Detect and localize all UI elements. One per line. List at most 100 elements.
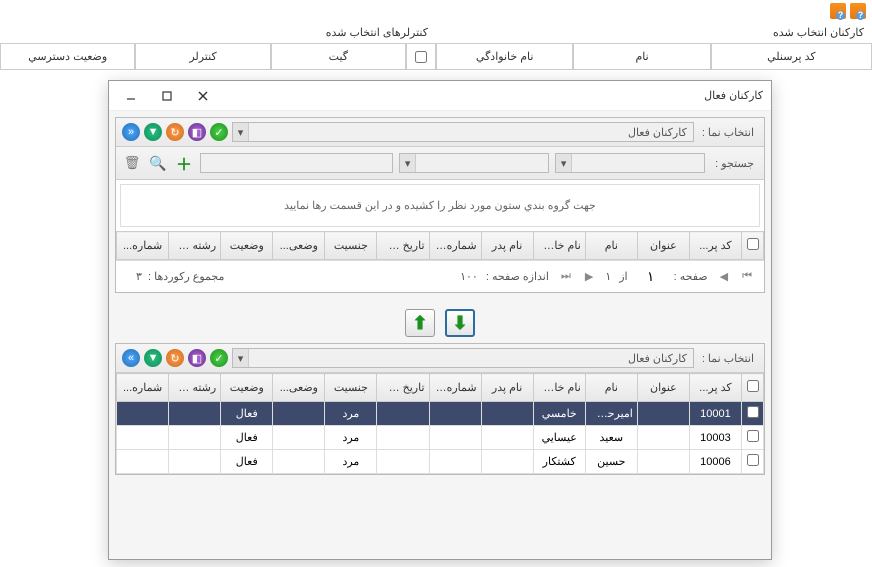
add-filter-icon[interactable]: ＋: [174, 153, 194, 173]
apply-icon[interactable]: ✓: [210, 123, 228, 141]
view-select-2[interactable]: ▾ کارکنان فعال: [232, 348, 694, 368]
dialog-title: کارکنان فعال: [704, 89, 763, 102]
row-checkbox[interactable]: [747, 454, 759, 466]
pager-first-icon[interactable]: ⏮: [738, 270, 756, 283]
pager-size-value: ۱۰۰: [460, 270, 478, 283]
grid1-col-status[interactable]: وضعیت: [221, 232, 273, 260]
doc-icon-1[interactable]: [850, 3, 866, 19]
col-controller[interactable]: کنترلر: [135, 44, 270, 70]
cell-status: فعال: [221, 426, 273, 450]
close-button[interactable]: [189, 86, 217, 106]
sections-header: کارکنان انتخاب شده کد پرسنلي نام نام خان…: [0, 22, 872, 70]
top-toolbar: [0, 0, 872, 22]
pager-prev-icon[interactable]: ◀: [716, 270, 732, 283]
table-row[interactable]: 10001امیرحسی...خامسيمردفعال: [117, 402, 764, 426]
cell-status: فعال: [221, 450, 273, 474]
grid2-col-s1[interactable]: وضعی...: [273, 374, 325, 402]
cell-family: کشتکار: [533, 450, 585, 474]
grid1-col-field[interactable]: رشته ت...: [169, 232, 221, 260]
cell-name: امیرحسی...: [585, 402, 637, 426]
row-checkbox[interactable]: [747, 430, 759, 442]
grid2-col-idno[interactable]: شماره شنا...: [429, 374, 481, 402]
filter-icon-2[interactable]: ▼: [144, 349, 162, 367]
search-field-select[interactable]: ▾: [555, 153, 705, 173]
pager-size-label: اندازه صفحه :: [486, 270, 549, 283]
grid2-col-gender[interactable]: جنسیت: [325, 374, 377, 402]
grid1-col-title[interactable]: عنوان: [637, 232, 689, 260]
view-select[interactable]: ▾ کارکنان فعال: [232, 122, 694, 142]
grid2-col-num[interactable]: شماره...: [117, 374, 169, 402]
pager-records-label: مجموع رکوردها :: [148, 271, 224, 283]
pager-page-input[interactable]: [636, 269, 666, 284]
grid1-col-dob[interactable]: تاریخ ت...: [377, 232, 429, 260]
grid1-col-s1[interactable]: وضعی...: [273, 232, 325, 260]
target-toolbar: انتخاب نما : ▾ کارکنان فعال ✓ ◧ ↻ ▼ »: [116, 344, 764, 373]
col-gate[interactable]: گیت: [271, 44, 406, 70]
cell-title: [637, 426, 689, 450]
dialog-titlebar[interactable]: کارکنان فعال: [109, 81, 771, 111]
cell-dob: [377, 402, 429, 426]
view-select-label-2: انتخاب نما :: [698, 352, 758, 365]
cell-family: عیسایي: [533, 426, 585, 450]
grid2-col-name[interactable]: نام: [585, 374, 637, 402]
cell-field: [169, 426, 221, 450]
layers-icon[interactable]: ◧: [188, 123, 206, 141]
grid1-col-num[interactable]: شماره...: [117, 232, 169, 260]
cell-s1: [273, 426, 325, 450]
table-row[interactable]: 10003سعیدعیسایيمردفعال: [117, 426, 764, 450]
layers-icon-2[interactable]: ◧: [188, 349, 206, 367]
grid1-col-family[interactable]: نام خان...: [533, 232, 585, 260]
grid1-col-father[interactable]: نام پدر: [481, 232, 533, 260]
refresh-icon[interactable]: ↻: [166, 123, 184, 141]
grid2-col-field[interactable]: رشته ت...: [169, 374, 221, 402]
cell-gender: مرد: [325, 450, 377, 474]
col-family[interactable]: نام خانوادگي: [436, 44, 573, 70]
pager-last-icon[interactable]: ⏭: [557, 270, 575, 283]
col-name[interactable]: نام: [573, 44, 710, 70]
search-value-input[interactable]: [200, 153, 393, 173]
expand-down-icon[interactable]: »: [122, 349, 140, 367]
row-checkbox[interactable]: [747, 406, 759, 418]
minimize-button[interactable]: [117, 86, 145, 106]
doc-icon-2[interactable]: [830, 3, 846, 19]
grid2-col-status[interactable]: وضعیت: [221, 374, 273, 402]
clear-filter-icon[interactable]: 🗑: [122, 153, 142, 173]
grid2-header-checkbox[interactable]: [742, 374, 764, 402]
search-icon[interactable]: 🔍: [148, 153, 168, 173]
collapse-up-icon[interactable]: «: [122, 123, 140, 141]
move-down-button[interactable]: ⬇: [445, 309, 475, 337]
grid1-col-idno[interactable]: شماره شنا...: [429, 232, 481, 260]
filter-icon[interactable]: ▼: [144, 123, 162, 141]
cell-code: 10006: [689, 450, 741, 474]
grid2-col-family[interactable]: نام خان...: [533, 374, 585, 402]
maximize-button[interactable]: [153, 86, 181, 106]
apply-icon-2[interactable]: ✓: [210, 349, 228, 367]
cell-field: [169, 450, 221, 474]
group-by-hint[interactable]: جهت گروه بندي ستون مورد نظر را کشیده و د…: [120, 184, 760, 227]
left-checkbox-header[interactable]: [406, 44, 436, 70]
grid1-header-checkbox[interactable]: [742, 232, 764, 260]
grid1-col-gender[interactable]: جنسیت: [325, 232, 377, 260]
grid1-col-code[interactable]: کد پر...: [689, 232, 741, 260]
move-up-button[interactable]: ⬆: [405, 309, 435, 337]
refresh-icon-2[interactable]: ↻: [166, 349, 184, 367]
search-operator-select[interactable]: ▾: [399, 153, 549, 173]
chevron-down-icon: ▾: [233, 123, 249, 141]
grid1-col-name[interactable]: نام: [585, 232, 637, 260]
grid2-col-title[interactable]: عنوان: [637, 374, 689, 402]
source-grid: کد پر... عنوان نام نام خان... نام پدر شم…: [116, 231, 764, 260]
grid2-col-father[interactable]: نام پدر: [481, 374, 533, 402]
source-toolbar: انتخاب نما : ▾ کارکنان فعال ✓ ◧ ↻ ▼ «: [116, 118, 764, 147]
cell-gender: مرد: [325, 402, 377, 426]
left-checkbox[interactable]: [415, 51, 427, 63]
grid2-col-dob[interactable]: تاریخ ت...: [377, 374, 429, 402]
arrow-down-icon: ⬇: [452, 313, 467, 334]
col-access-status[interactable]: وضعیت دسترسي: [0, 44, 135, 70]
cell-code: 10003: [689, 426, 741, 450]
table-row[interactable]: 10006حسینکشتکارمردفعال: [117, 450, 764, 474]
col-personnel-code[interactable]: کد پرسنلي: [711, 44, 872, 70]
grid2-col-code[interactable]: کد پر...: [689, 374, 741, 402]
pager-next-icon[interactable]: ▶: [581, 270, 597, 283]
cell-code: 10001: [689, 402, 741, 426]
chevron-down-icon: ▾: [556, 154, 572, 172]
